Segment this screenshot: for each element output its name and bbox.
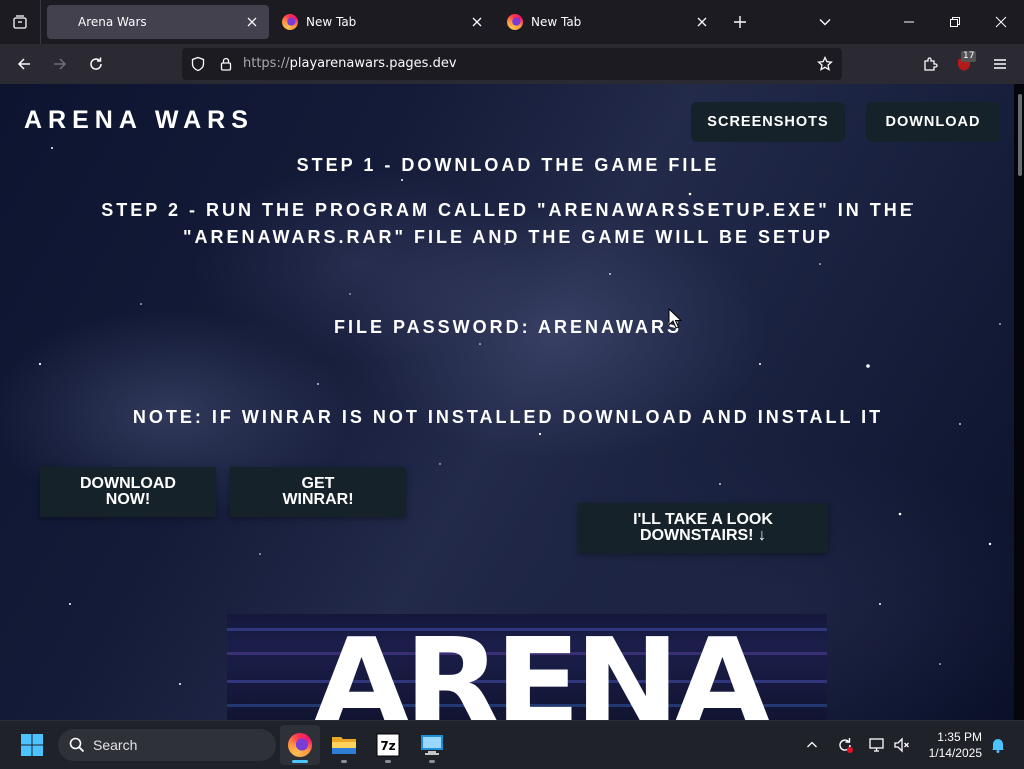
- clock-time: 1:35 PM: [937, 730, 982, 744]
- tab-title: New Tab: [531, 15, 582, 29]
- step-2-line-1: STEP 2 - RUN THE PROGRAM CALLED "ARENAWA…: [101, 200, 915, 220]
- firefox-icon: [288, 733, 312, 757]
- close-tab-icon[interactable]: [691, 11, 713, 33]
- sync-tray-button[interactable]: [833, 733, 857, 757]
- windows-taskbar: Search 7z 1:35 PM 1/14/2025: [0, 720, 1024, 769]
- firefox-icon: [282, 14, 298, 30]
- windows-logo-icon: [21, 734, 43, 756]
- network-icon: [869, 738, 884, 752]
- minimize-icon: [904, 21, 914, 23]
- scrollbar-thumb[interactable]: [1018, 94, 1022, 176]
- url-text[interactable]: https://playarenawars.pages.dev: [243, 48, 457, 80]
- url-host: playarenawars.pages.dev: [289, 56, 457, 71]
- extensions-button[interactable]: [914, 48, 946, 80]
- file-password-text: FILE PASSWORD: ARENAWARS: [333, 317, 682, 337]
- taskbar-search-box[interactable]: Search: [58, 729, 276, 761]
- look-downstairs-button[interactable]: I'LL TAKE A LOOK DOWNSTAIRS! ↓: [578, 503, 828, 553]
- volume-muted-icon: [894, 737, 909, 753]
- close-tab-icon[interactable]: [466, 11, 488, 33]
- notifications-button[interactable]: [986, 733, 1010, 757]
- mouse-cursor-icon: [668, 308, 682, 329]
- list-all-tabs-button[interactable]: [811, 8, 839, 36]
- download-nav-button[interactable]: DOWNLOAD: [866, 102, 1000, 142]
- sync-icon: [839, 738, 853, 753]
- firefox-icon: [507, 14, 523, 30]
- tab-title: Arena Wars: [78, 15, 147, 29]
- 7zip-icon: 7z: [376, 733, 400, 757]
- bell-icon: [992, 739, 1004, 753]
- taskbar-7zip[interactable]: 7z: [368, 725, 408, 765]
- ublock-extension-button[interactable]: 17: [948, 48, 980, 80]
- winrar-note-text: NOTE: IF WINRAR IS NOT INSTALLED DOWNLOA…: [132, 407, 884, 427]
- taskbar-remote-desktop[interactable]: [412, 725, 452, 765]
- get-winrar-button[interactable]: GET WINRAR!: [230, 467, 406, 517]
- download-now-label-1: DOWNLOAD: [80, 475, 176, 492]
- tab-overview-button[interactable]: [0, 0, 41, 44]
- reload-button[interactable]: [80, 48, 112, 80]
- clock-date: 1/14/2025: [928, 746, 982, 760]
- minimize-button[interactable]: [886, 0, 932, 44]
- search-icon: [69, 737, 85, 753]
- reload-icon: [90, 57, 102, 70]
- screenshots-nav-button[interactable]: SCREENSHOTS: [691, 102, 845, 142]
- restore-button[interactable]: [932, 0, 978, 44]
- url-bar[interactable]: https://playarenawars.pages.dev: [182, 48, 842, 80]
- restore-icon: [950, 17, 960, 27]
- close-icon: [995, 16, 1007, 28]
- taskbar-file-explorer[interactable]: [324, 725, 364, 765]
- step-1-text: STEP 1 - DOWNLOAD THE GAME FILE: [296, 155, 720, 175]
- browser-tab-bar: Arena Wars New Tab New Tab: [0, 0, 1024, 44]
- plus-icon: [734, 16, 746, 28]
- tracking-protection-icon[interactable]: [188, 54, 208, 74]
- tab-title: New Tab: [306, 15, 357, 29]
- puzzle-icon: [924, 57, 938, 71]
- download-now-button[interactable]: DOWNLOAD NOW!: [40, 467, 216, 517]
- back-button[interactable]: [8, 48, 40, 80]
- system-clock[interactable]: 1:35 PM 1/14/2025: [929, 729, 982, 761]
- new-tab-button[interactable]: [726, 8, 754, 36]
- tab-new-tab[interactable]: New Tab: [272, 5, 494, 39]
- url-scheme: https://: [243, 56, 290, 71]
- show-hidden-icons-button[interactable]: [800, 733, 824, 757]
- arrow-right-icon: [54, 58, 67, 70]
- get-winrar-label-2: WINRAR!: [282, 491, 354, 508]
- step-2-line-2: "ARENAWARS.RAR" FILE AND THE GAME WILL B…: [182, 227, 834, 247]
- remote-desktop-icon: [421, 735, 443, 755]
- look-downstairs-label-2: DOWNSTAIRS! ↓: [640, 527, 766, 544]
- banner-title: ARENA: [312, 614, 771, 720]
- arrow-left-icon: [17, 58, 30, 70]
- svg-text:7z: 7z: [380, 739, 395, 753]
- menu-button[interactable]: [984, 48, 1016, 80]
- tab-new-tab[interactable]: New Tab: [497, 5, 719, 39]
- bookmark-star-icon[interactable]: [815, 54, 835, 74]
- close-window-button[interactable]: [978, 0, 1024, 44]
- start-button[interactable]: [12, 725, 52, 765]
- forward-button[interactable]: [44, 48, 76, 80]
- look-downstairs-label-1: I'LL TAKE A LOOK: [633, 511, 773, 528]
- hamburger-menu-icon: [994, 59, 1006, 69]
- close-tab-icon[interactable]: [241, 11, 263, 33]
- lock-icon[interactable]: [216, 54, 236, 74]
- taskbar-firefox[interactable]: [280, 725, 320, 765]
- search-label: Search: [93, 737, 138, 753]
- web-page-viewport: ARENA WARS SCREENSHOTS DOWNLOAD STEP 1 -…: [0, 84, 1024, 720]
- landing-page: ARENA WARS SCREENSHOTS DOWNLOAD STEP 1 -…: [8, 84, 1014, 720]
- chevron-down-icon: [819, 19, 831, 26]
- arena-wars-banner: ARENA: [227, 614, 827, 720]
- tab-arena-wars[interactable]: Arena Wars: [47, 5, 269, 39]
- file-explorer-icon: [332, 737, 356, 754]
- extension-badge: 17: [961, 51, 977, 62]
- site-logo[interactable]: ARENA WARS: [24, 106, 254, 135]
- navigation-toolbar: https://playarenawars.pages.dev 17: [0, 44, 1024, 84]
- network-tray-button[interactable]: [865, 733, 889, 757]
- page-scrollbar[interactable]: [1014, 84, 1024, 720]
- volume-tray-button[interactable]: [890, 733, 914, 757]
- download-now-label-2: NOW!: [105, 491, 151, 508]
- tab-list-icon: [13, 15, 27, 29]
- chevron-up-icon: [807, 741, 817, 748]
- get-winrar-label-1: GET: [301, 475, 335, 492]
